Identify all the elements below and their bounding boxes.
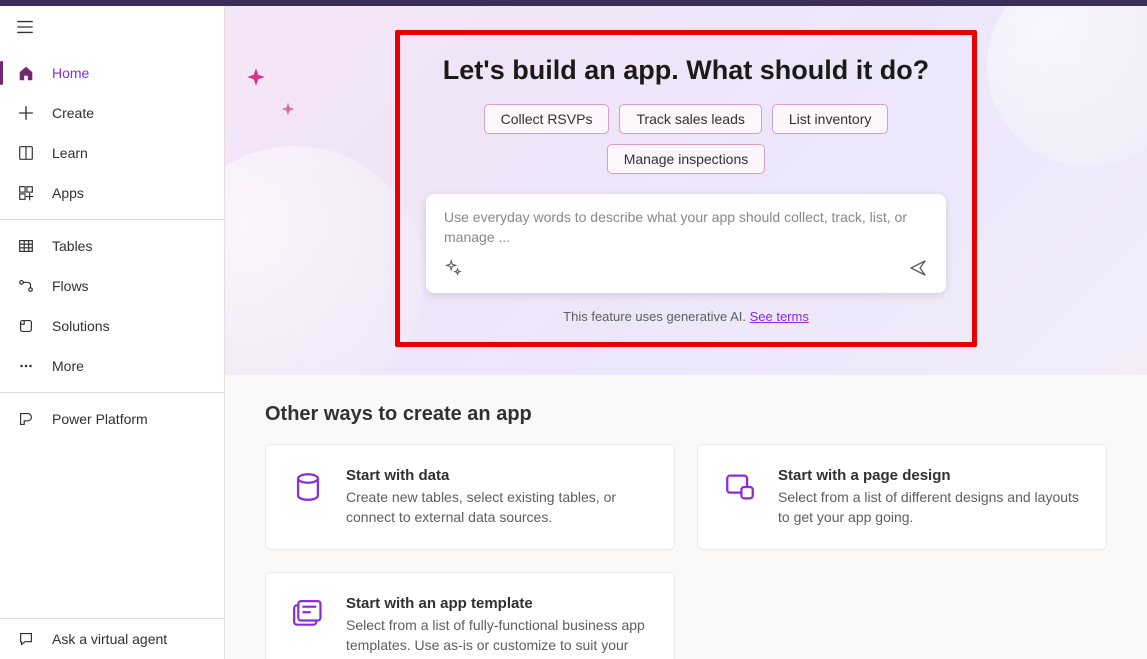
prompt-input-box[interactable]: Use everyday words to describe what your… <box>426 194 946 293</box>
other-ways-section: Other ways to create an app Start with d… <box>225 375 1147 659</box>
flow-icon <box>16 276 36 296</box>
sparkle-icon <box>245 66 267 93</box>
card-desc: Select from a list of fully-functional b… <box>346 616 652 659</box>
chip-manage-inspections[interactable]: Manage inspections <box>607 144 766 174</box>
chip-list-inventory[interactable]: List inventory <box>772 104 888 134</box>
send-button[interactable] <box>908 258 928 283</box>
sidebar-item-label: Power Platform <box>52 411 148 427</box>
card-desc: Create new tables, select existing table… <box>346 488 652 527</box>
divider <box>0 392 224 393</box>
sidebar-item-label: Solutions <box>52 318 110 334</box>
sidebar-item-learn[interactable]: Learn <box>0 133 224 173</box>
sidebar-item-power-platform[interactable]: Power Platform <box>0 399 224 439</box>
ai-disclaimer: This feature uses generative AI. See ter… <box>426 309 946 324</box>
database-icon <box>288 467 328 507</box>
other-ways-heading: Other ways to create an app <box>265 403 1107 426</box>
sidebar-item-flows[interactable]: Flows <box>0 266 224 306</box>
divider <box>0 219 224 220</box>
layout-icon <box>720 467 760 507</box>
power-platform-icon <box>16 409 36 429</box>
card-title: Start with a page design <box>778 467 1084 484</box>
hamburger-icon <box>16 18 34 36</box>
card-title: Start with an app template <box>346 595 652 612</box>
plus-icon <box>16 103 36 123</box>
ai-sparkle-icon[interactable] <box>444 259 462 282</box>
card-start-with-data[interactable]: Start with data Create new tables, selec… <box>265 444 675 550</box>
sidebar-item-label: Flows <box>52 278 89 294</box>
sidebar-item-label: More <box>52 358 84 374</box>
hamburger-menu[interactable] <box>0 6 48 53</box>
hero-section: Let's build an app. What should it do? C… <box>225 6 1147 375</box>
prompt-placeholder: Use everyday words to describe what your… <box>444 208 928 250</box>
sidebar-item-tables[interactable]: Tables <box>0 226 224 266</box>
sidebar-footer-label: Ask a virtual agent <box>52 631 167 647</box>
sidebar-item-label: Apps <box>52 185 84 201</box>
sidebar-item-solutions[interactable]: Solutions <box>0 306 224 346</box>
book-icon <box>16 143 36 163</box>
chip-track-sales-leads[interactable]: Track sales leads <box>619 104 761 134</box>
chip-collect-rsvps[interactable]: Collect RSVPs <box>484 104 610 134</box>
see-terms-link[interactable]: See terms <box>750 309 809 324</box>
card-start-with-page-design[interactable]: Start with a page design Select from a l… <box>697 444 1107 550</box>
sidebar-item-home[interactable]: Home <box>0 53 224 93</box>
sidebar-item-apps[interactable]: Apps <box>0 173 224 213</box>
ask-virtual-agent[interactable]: Ask a virtual agent <box>0 619 224 659</box>
sidebar: Home Create Learn Apps Tables <box>0 6 225 659</box>
more-icon <box>16 356 36 376</box>
highlighted-region: Let's build an app. What should it do? C… <box>395 30 977 347</box>
apps-icon <box>16 183 36 203</box>
card-title: Start with data <box>346 467 652 484</box>
card-desc: Select from a list of different designs … <box>778 488 1084 527</box>
solutions-icon <box>16 316 36 336</box>
suggestion-chips: Collect RSVPs Track sales leads List inv… <box>426 104 946 174</box>
sidebar-item-more[interactable]: More <box>0 346 224 386</box>
sidebar-item-label: Create <box>52 105 94 121</box>
table-icon <box>16 236 36 256</box>
sidebar-item-label: Home <box>52 65 89 81</box>
card-start-with-template[interactable]: Start with an app template Select from a… <box>265 572 675 659</box>
chat-icon <box>16 629 36 649</box>
sidebar-item-label: Tables <box>52 238 92 254</box>
template-icon <box>288 595 328 635</box>
main-content: Let's build an app. What should it do? C… <box>225 6 1147 659</box>
hero-title: Let's build an app. What should it do? <box>426 55 946 86</box>
sidebar-item-label: Learn <box>52 145 88 161</box>
sidebar-item-create[interactable]: Create <box>0 93 224 133</box>
home-icon <box>16 63 36 83</box>
sparkle-icon <box>280 101 296 122</box>
